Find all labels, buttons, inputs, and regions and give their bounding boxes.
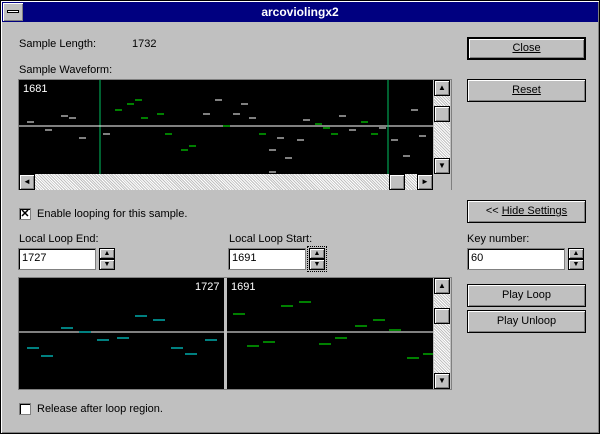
loop-end-readout: 1727 [195,281,220,293]
loop-start-readout: 1691 [231,281,256,293]
hide-settings-prefix: << [485,205,502,217]
window-title: arcoviolingx2 [261,5,339,19]
play-loop-button[interactable]: Play Loop [467,284,586,307]
scroll-up-icon[interactable]: ▲ [434,80,450,96]
spin-down-icon[interactable]: ▼ [568,259,584,270]
scroll-up-icon[interactable]: ▲ [434,278,450,294]
scroll-thumb[interactable] [434,308,450,324]
reset-button-label: Reset [512,84,541,96]
enable-looping-checkbox[interactable]: ✕ [19,208,31,220]
key-number-label: Key number: [467,233,530,245]
loop-end-spinner[interactable]: ▲ ▼ [99,248,115,270]
waveform-hscroll[interactable]: ◄ ► [19,174,451,190]
spin-down-icon[interactable]: ▼ [99,259,115,270]
waveform-vscroll[interactable]: ▲ ▼ [433,80,451,174]
sample-waveform-label: Sample Waveform: [19,64,113,76]
sample-length-value: 1732 [132,38,157,50]
scroll-right-icon[interactable]: ► [417,174,433,190]
title-bar: arcoviolingx2 [2,2,598,22]
sample-length-label: Sample Length: [19,38,97,50]
loop-end-label: Local Loop End: [19,233,99,245]
play-unloop-label: Play Unloop [496,315,557,327]
key-number-spinner[interactable]: ▲ ▼ [568,248,584,270]
close-button[interactable]: Close [467,37,586,60]
play-loop-label: Play Loop [502,289,551,301]
loop-start-label: Local Loop Start: [229,233,313,245]
scroll-corner [433,174,451,190]
key-number-input[interactable]: 60 [467,248,565,270]
hide-settings-button[interactable]: << Hide Settings [467,200,586,223]
loop-start-input[interactable]: 1691 [228,248,306,270]
scroll-track[interactable] [434,294,450,373]
hide-settings-label: Hide Settings [501,205,568,217]
release-after-loop-label: Release after loop region. [37,403,163,415]
spin-down-icon[interactable]: ▼ [309,259,325,270]
waveform-display [19,80,433,174]
reset-button[interactable]: Reset [467,79,586,102]
scroll-left-icon[interactable]: ◄ [19,174,35,190]
loop-vscroll[interactable]: ▲ ▼ [433,278,451,389]
spin-up-icon[interactable]: ▲ [99,248,115,259]
enable-looping-label: Enable looping for this sample. [37,208,188,220]
play-unloop-button[interactable]: Play Unloop [467,310,586,333]
loop-display [19,278,433,389]
loop-start-spinner[interactable]: ▲ ▼ [307,246,327,272]
close-button-label: Close [512,42,541,54]
hscroll-thumb[interactable] [389,174,405,190]
scroll-thumb[interactable] [434,106,450,122]
waveform-panel[interactable]: 1681 ▲ ▼ ◄ ► [18,79,452,190]
scroll-down-icon[interactable]: ▼ [434,373,450,389]
loop-view-panel[interactable]: 1727 1691 ▲ ▼ [18,277,452,390]
hscroll-track[interactable] [35,174,417,190]
spin-up-icon[interactable]: ▲ [568,248,584,259]
scroll-down-icon[interactable]: ▼ [434,158,450,174]
loop-end-input[interactable]: 1727 [18,248,96,270]
spin-up-icon[interactable]: ▲ [309,248,325,259]
release-after-loop-checkbox[interactable] [19,403,31,415]
